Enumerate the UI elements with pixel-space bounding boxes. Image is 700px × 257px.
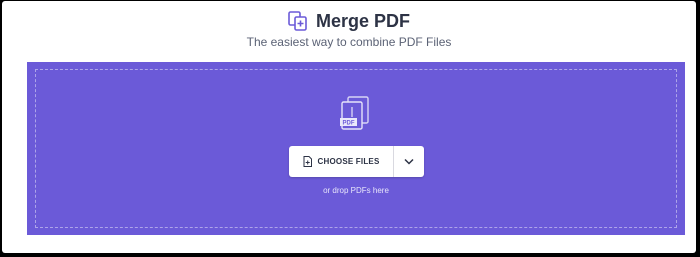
- drop-hint: or drop PDFs here: [323, 186, 389, 195]
- file-add-icon: [303, 156, 312, 167]
- choose-files-group: CHOOSE FILES: [289, 146, 424, 177]
- merge-pdf-icon: [288, 11, 308, 31]
- upload-options-dropdown[interactable]: [393, 146, 424, 177]
- file-dropzone[interactable]: PDF CHOOSE FILES or drop PDFs here: [27, 62, 685, 235]
- page-subtitle: The easiest way to combine PDF Files: [246, 35, 452, 49]
- app-window: Merge PDF The easiest way to combine PDF…: [2, 1, 696, 253]
- page-title: Merge PDF: [315, 10, 411, 31]
- pdf-files-icon: PDF: [340, 96, 369, 130]
- choose-files-label: CHOOSE FILES: [317, 157, 380, 166]
- title-row: Merge PDF: [2, 9, 696, 33]
- chevron-down-icon: [404, 158, 414, 165]
- pdf-badge-label: PDF: [343, 121, 355, 127]
- choose-files-button[interactable]: CHOOSE FILES: [289, 146, 393, 177]
- header: Merge PDF The easiest way to combine PDF…: [2, 1, 696, 63]
